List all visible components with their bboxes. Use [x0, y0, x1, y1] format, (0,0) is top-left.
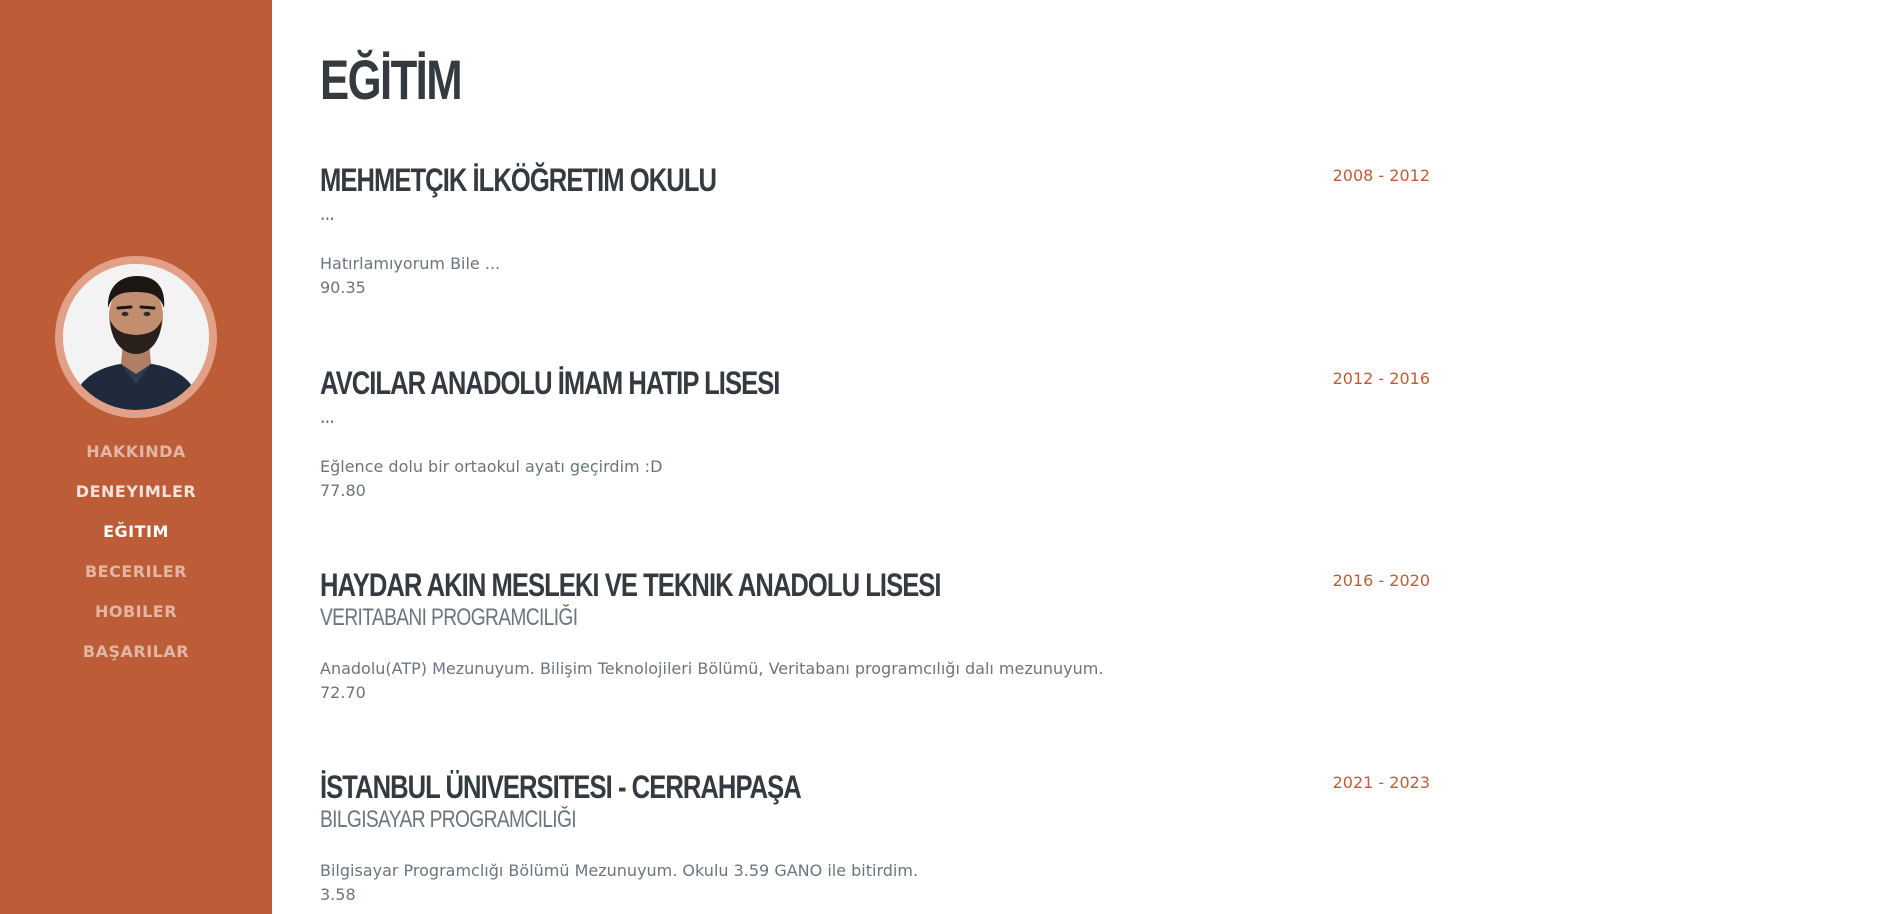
section-title: EĞİTİM: [320, 48, 463, 111]
entry-score: 77.80: [320, 481, 366, 500]
program-name: VERITABANI PROGRAMCILIĞI: [320, 604, 578, 631]
sidebar: HAKKINDA DENEYIMLER EĞITIM BECERILER HOB…: [0, 0, 272, 914]
entry-description: Eğlence dolu bir ortaokul ayatı geçirdim…: [320, 457, 663, 476]
program-name: ...: [320, 402, 335, 429]
program-name: ...: [320, 199, 335, 226]
nav-item-basarilar[interactable]: BAŞARILAR: [0, 640, 272, 680]
program-name: BILGISAYAR PROGRAMCILIĞI: [320, 806, 577, 833]
nav-item-beceriler[interactable]: BECERILER: [0, 560, 272, 600]
sidebar-nav: HAKKINDA DENEYIMLER EĞITIM BECERILER HOB…: [0, 440, 272, 680]
profile-avatar[interactable]: [63, 264, 209, 410]
entry-description: Bilgisayar Programclığı Bölümü Mezunuyum…: [320, 861, 919, 880]
entry-score: 72.70: [320, 683, 366, 702]
school-name: İSTANBUL ÜNIVERSITESI - CERRAHPAŞA: [320, 769, 802, 805]
nav-item-egitim[interactable]: EĞITIM: [0, 520, 272, 560]
entry-dates: 2008 - 2012: [1332, 166, 1430, 185]
school-name: AVCILAR ANADOLU İMAM HATIP LISESI: [320, 365, 780, 401]
nav-item-deneyimler[interactable]: DENEYIMLER: [0, 480, 272, 520]
profile-avatar-ring: [55, 256, 217, 418]
entry-dates: 2016 - 2020: [1332, 571, 1430, 590]
profile-photo: [63, 264, 209, 410]
nav-item-hakkinda[interactable]: HAKKINDA: [0, 440, 272, 480]
nav-item-hobiler[interactable]: HOBILER: [0, 600, 272, 640]
school-name: MEHMETÇIK İLKÖĞRETIM OKULU: [320, 162, 717, 198]
school-name: HAYDAR AKIN MESLEKI VE TEKNIK ANADOLU LI…: [320, 567, 942, 603]
entry-dates: 2021 - 2023: [1332, 773, 1430, 792]
entry-description: Anadolu(ATP) Mezunuyum. Bilişim Teknoloj…: [320, 659, 1104, 678]
entry-description: Hatırlamıyorum Bile ...: [320, 254, 501, 273]
entry-score: 90.35: [320, 278, 366, 297]
entry-score: 3.58: [320, 885, 356, 904]
entry-dates: 2012 - 2016: [1332, 369, 1430, 388]
